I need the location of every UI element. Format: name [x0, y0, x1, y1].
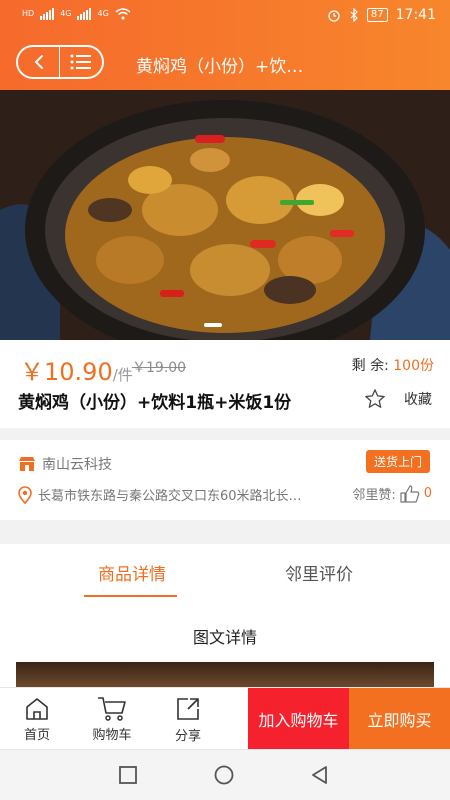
battery-indicator: 87	[366, 8, 388, 22]
remain-value: 100份	[393, 358, 434, 374]
location-pin-icon	[18, 485, 32, 504]
price: ￥10.90/件	[20, 352, 133, 387]
home-icon	[26, 697, 48, 720]
likes-count: 0	[423, 486, 432, 501]
braised-chicken-photo	[0, 90, 450, 340]
cart-icon	[98, 696, 126, 721]
action-bar: 首页 购物车 分享 加入购物车 立即购买	[0, 687, 450, 750]
star-icon	[365, 389, 385, 408]
buy-now-button[interactable]: 立即购买	[349, 688, 450, 750]
cart-label: 购物车	[92, 727, 132, 743]
page-title: 黄焖鸡（小份）+饮…	[136, 57, 304, 77]
share-button[interactable]: 分享	[162, 688, 214, 750]
favorite-label: 收藏	[404, 392, 432, 408]
details-section: 商品详情 邻里评价 图文详情	[0, 544, 450, 687]
clock-time: 17:41	[395, 7, 436, 23]
address-text: 长葛市铁东路与秦公路交叉口东60米路北长…	[38, 489, 302, 504]
active-tab-underline	[84, 595, 177, 597]
network-4g-tag: 4G	[97, 9, 109, 18]
neighbor-likes-button[interactable]: 邻里赞: 0	[352, 484, 432, 503]
store-link[interactable]: 南山云科技	[18, 454, 112, 474]
back-button[interactable]	[18, 47, 60, 77]
price-value: 10.90	[44, 358, 113, 386]
tab-neighbor-reviews[interactable]: 邻里评价	[285, 560, 353, 585]
nav-pill	[16, 45, 104, 79]
product-name: 黄焖鸡（小份）+饮料1瓶+米饭1份	[18, 393, 292, 413]
status-bar: HD 4G 4G 87 17:41	[0, 0, 450, 32]
carousel-indicator	[204, 323, 222, 327]
likes-label: 邻里赞:	[352, 488, 396, 503]
chevron-left-icon	[34, 55, 43, 69]
section-title: 图文详情	[192, 628, 257, 647]
system-nav-bar	[0, 749, 450, 800]
bluetooth-icon	[350, 8, 358, 22]
store-name: 南山云科技	[42, 457, 112, 473]
product-image[interactable]	[0, 90, 450, 340]
add-to-cart-button[interactable]: 加入购物车	[248, 688, 349, 750]
signal-icon	[40, 8, 55, 20]
store-info: 南山云科技 送货上门 长葛市铁东路与秦公路交叉口东60米路北长… 邻里赞: 0	[0, 440, 450, 520]
tab-product-details[interactable]: 商品详情	[98, 560, 166, 585]
shop-icon	[19, 457, 35, 471]
price-unit: /件	[112, 366, 133, 384]
store-address[interactable]: 长葛市铁东路与秦公路交叉口东60米路北长…	[18, 485, 302, 504]
delivery-badge: 送货上门	[365, 450, 430, 473]
cart-button[interactable]: 购物车	[84, 688, 140, 750]
favorite-button[interactable]: 收藏	[364, 388, 432, 410]
currency-symbol: ￥	[20, 358, 44, 386]
network-4g-tag: 4G	[60, 9, 72, 18]
back-triangle-icon[interactable]	[309, 764, 331, 786]
share-label: 分享	[174, 728, 201, 744]
home-label: 首页	[23, 727, 50, 743]
top-bar: HD 4G 4G 87 17:41 黄焖鸡（小份）+饮…	[0, 0, 450, 90]
alarm-icon	[328, 10, 340, 22]
product-info: ￥10.90/件 ￥19.00 剩 余: 100份 黄焖鸡（小份）+饮料1瓶+米…	[0, 340, 450, 428]
remain-label: 剩 余:	[351, 358, 389, 374]
hd-tag: HD	[22, 9, 35, 18]
stock-remaining: 剩 余: 100份	[352, 355, 434, 375]
list-icon	[70, 54, 91, 70]
menu-button[interactable]	[60, 47, 102, 77]
share-icon	[177, 697, 199, 720]
recent-apps-icon[interactable]	[117, 764, 139, 786]
original-price: ￥19.00	[132, 360, 187, 376]
detail-image	[16, 662, 434, 687]
home-circle-icon[interactable]	[213, 764, 235, 786]
thumbs-up-icon	[400, 484, 420, 503]
home-button[interactable]: 首页	[10, 688, 64, 750]
signal-icon	[77, 8, 92, 20]
wifi-icon	[115, 8, 131, 20]
